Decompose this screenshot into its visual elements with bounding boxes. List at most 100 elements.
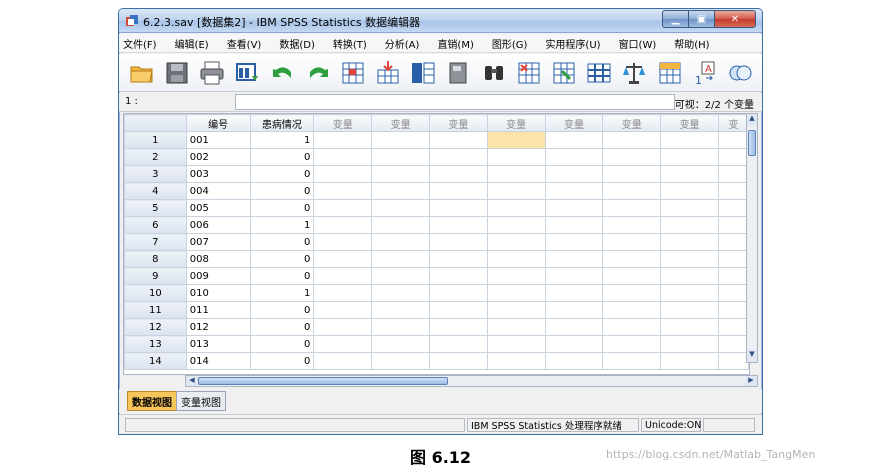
cell-empty[interactable]	[717, 131, 749, 149]
row-number[interactable]: 14	[124, 352, 187, 370]
cell-empty[interactable]	[660, 318, 719, 336]
column-header-6[interactable]: 变量	[486, 114, 546, 132]
cell-empty[interactable]	[602, 335, 662, 353]
vertical-scroll-thumb[interactable]	[748, 130, 756, 156]
cell-empty[interactable]	[544, 352, 604, 370]
goto-variable-button[interactable]	[375, 59, 401, 87]
cell-empty[interactable]	[602, 267, 662, 285]
row-number[interactable]: 3	[124, 165, 187, 183]
menu-help[interactable]: 帮助(H)	[674, 36, 709, 51]
row-number[interactable]: 4	[124, 182, 187, 200]
cell-empty[interactable]	[486, 284, 546, 302]
tab-variable-view[interactable]: 变量视图	[176, 391, 226, 411]
cell-empty[interactable]	[602, 233, 662, 251]
cell-empty[interactable]	[544, 182, 604, 200]
menu-data[interactable]: 数据(D)	[279, 36, 315, 51]
cell-empty[interactable]	[660, 131, 719, 149]
cell-id[interactable]: 007	[185, 233, 251, 251]
cell-id[interactable]: 003	[185, 165, 251, 183]
cell-empty[interactable]	[371, 165, 430, 183]
cell-id[interactable]: 002	[185, 148, 251, 166]
cell-empty[interactable]	[602, 148, 662, 166]
cell-empty[interactable]	[371, 318, 430, 336]
cell-empty[interactable]	[544, 267, 604, 285]
cell-empty[interactable]	[313, 318, 373, 336]
cell-empty[interactable]	[660, 267, 719, 285]
cell-empty[interactable]	[602, 216, 662, 234]
menu-graphs[interactable]: 图形(G)	[492, 36, 528, 51]
cell-empty[interactable]	[371, 148, 430, 166]
select-cases-button[interactable]	[657, 59, 683, 87]
cell-empty[interactable]	[486, 301, 546, 319]
cell-empty[interactable]	[371, 284, 430, 302]
cell-empty[interactable]	[602, 301, 662, 319]
cell-id[interactable]: 006	[185, 216, 251, 234]
cell-empty[interactable]	[428, 199, 488, 217]
cell-empty[interactable]	[428, 131, 488, 149]
row-number[interactable]: 12	[124, 318, 187, 336]
cell-empty[interactable]	[602, 131, 662, 149]
cell-empty[interactable]	[486, 131, 546, 149]
cell-empty[interactable]	[717, 182, 749, 200]
cell-empty[interactable]	[660, 199, 719, 217]
cell-empty[interactable]	[717, 301, 749, 319]
cell-status[interactable]: 0	[249, 182, 315, 200]
cell-empty[interactable]	[717, 165, 749, 183]
cell-empty[interactable]	[313, 250, 373, 268]
cell-id[interactable]: 012	[185, 318, 251, 336]
cell-empty[interactable]	[313, 233, 373, 251]
cell-empty[interactable]	[313, 267, 373, 285]
column-header-1[interactable]: 编号	[185, 114, 251, 132]
row-number[interactable]: 8	[124, 250, 187, 268]
cell-empty[interactable]	[486, 233, 546, 251]
cell-id[interactable]: 005	[185, 199, 251, 217]
cell-empty[interactable]	[544, 233, 604, 251]
scroll-up-icon[interactable]: ▲	[747, 114, 757, 126]
cell-empty[interactable]	[371, 352, 430, 370]
cell-status[interactable]: 0	[249, 335, 315, 353]
cell-empty[interactable]	[717, 148, 749, 166]
cell-empty[interactable]	[371, 233, 430, 251]
cell-id[interactable]: 013	[185, 335, 251, 353]
cell-empty[interactable]	[371, 301, 430, 319]
cell-empty[interactable]	[660, 216, 719, 234]
variables-button[interactable]	[410, 59, 436, 87]
undo-button[interactable]	[270, 59, 296, 87]
cell-empty[interactable]	[660, 301, 719, 319]
cell-status[interactable]: 0	[249, 301, 315, 319]
menu-transform[interactable]: 转换(T)	[333, 36, 367, 51]
cell-id[interactable]: 010	[185, 284, 251, 302]
cell-empty[interactable]	[602, 165, 662, 183]
row-number[interactable]: 7	[124, 233, 187, 251]
cell-empty[interactable]	[717, 250, 749, 268]
menu-direct-marketing[interactable]: 直销(M)	[437, 36, 473, 51]
column-header-10[interactable]: 变	[717, 114, 749, 132]
save-button[interactable]	[164, 59, 190, 87]
cell-empty[interactable]	[313, 352, 373, 370]
goto-case-button[interactable]	[340, 59, 366, 87]
cell-empty[interactable]	[660, 250, 719, 268]
cell-empty[interactable]	[486, 250, 546, 268]
cell-status[interactable]: 0	[249, 199, 315, 217]
menu-view[interactable]: 查看(V)	[227, 36, 262, 51]
cell-status[interactable]: 0	[249, 233, 315, 251]
cell-empty[interactable]	[313, 165, 373, 183]
column-header-5[interactable]: 变量	[428, 114, 488, 132]
cell-empty[interactable]	[428, 267, 488, 285]
cell-empty[interactable]	[313, 335, 373, 353]
cell-value-input[interactable]	[235, 94, 675, 110]
cell-empty[interactable]	[544, 216, 604, 234]
cell-empty[interactable]	[717, 233, 749, 251]
cell-empty[interactable]	[486, 216, 546, 234]
cell-empty[interactable]	[660, 148, 719, 166]
column-header-8[interactable]: 变量	[602, 114, 662, 132]
row-number[interactable]: 11	[124, 301, 187, 319]
cell-empty[interactable]	[428, 250, 488, 268]
cell-empty[interactable]	[371, 199, 430, 217]
cell-empty[interactable]	[428, 216, 488, 234]
row-number[interactable]: 9	[124, 267, 187, 285]
cell-status[interactable]: 0	[249, 352, 315, 370]
cell-empty[interactable]	[717, 335, 749, 353]
cell-empty[interactable]	[717, 318, 749, 336]
print-button[interactable]	[199, 59, 225, 87]
